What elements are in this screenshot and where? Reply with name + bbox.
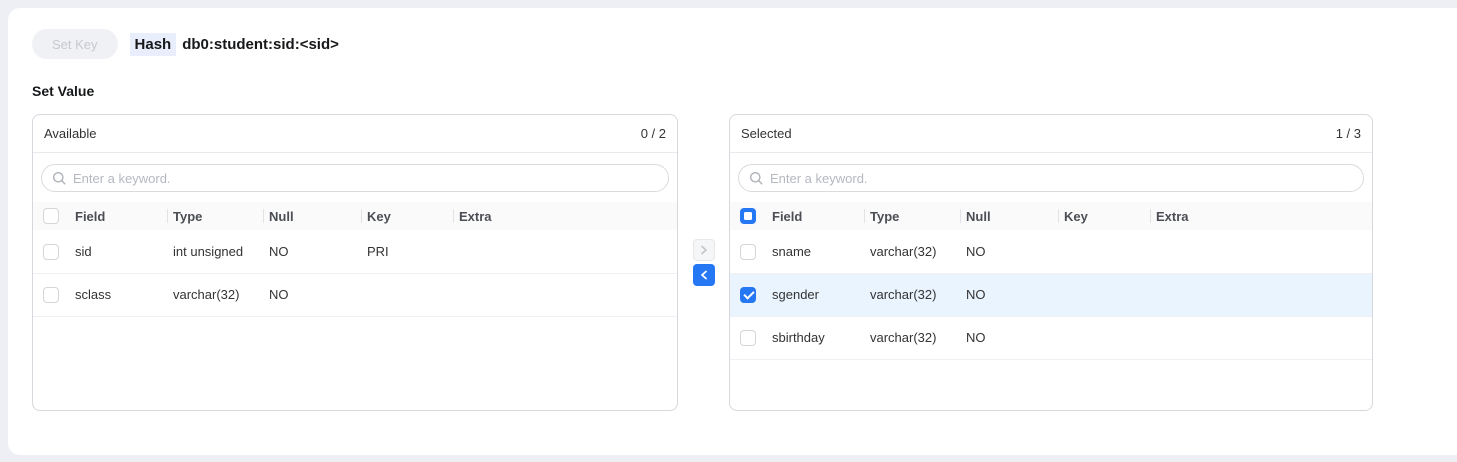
table-row[interactable]: sidint unsignedNOPRI xyxy=(33,230,677,273)
column-header-field: Field xyxy=(75,202,173,230)
selected-search-input[interactable] xyxy=(739,165,1363,191)
key-pattern: db0:student:sid:<sid> xyxy=(182,36,339,53)
cell-key xyxy=(1064,316,1156,359)
available-search-input[interactable] xyxy=(42,165,668,191)
selected-count: 1 / 3 xyxy=(1336,126,1361,141)
cell-type: varchar(32) xyxy=(173,273,269,316)
available-search xyxy=(33,153,677,202)
search-icon xyxy=(52,171,67,186)
table-row[interactable]: snamevarchar(32)NO xyxy=(730,230,1372,273)
row-checkbox[interactable] xyxy=(43,287,59,303)
cell-null: NO xyxy=(966,230,1064,273)
cell-extra xyxy=(1156,316,1372,359)
cell-field: sname xyxy=(772,230,870,273)
key-topbar: Set Key Hash db0:student:sid:<sid> xyxy=(32,29,1444,59)
cell-field: sgender xyxy=(772,273,870,316)
set-value-card: Set Key Hash db0:student:sid:<sid> Set V… xyxy=(8,8,1457,455)
cell-key xyxy=(367,273,459,316)
available-title: Available xyxy=(44,126,97,141)
transfer-controls xyxy=(678,114,729,411)
column-header-key: Key xyxy=(367,202,459,230)
available-select-all-checkbox[interactable] xyxy=(43,208,59,224)
column-header-key: Key xyxy=(1064,202,1156,230)
cell-extra xyxy=(1156,230,1372,273)
search-icon xyxy=(749,171,764,186)
chevron-left-icon xyxy=(699,270,709,280)
selected-title: Selected xyxy=(741,126,792,141)
cell-extra xyxy=(459,230,677,273)
column-header-extra: Extra xyxy=(1156,202,1372,230)
set-value-title: Set Value xyxy=(32,83,1444,99)
selected-table-header-row: Field Type Null Key Extra xyxy=(730,202,1372,230)
cell-key: PRI xyxy=(367,230,459,273)
move-to-available-button[interactable] xyxy=(693,264,715,286)
available-table: Field Type Null Key Extra sidint unsigne… xyxy=(33,202,677,317)
cell-type: int unsigned xyxy=(173,230,269,273)
cell-field: sid xyxy=(75,230,173,273)
cell-null: NO xyxy=(269,273,367,316)
cell-null: NO xyxy=(269,230,367,273)
row-checkbox[interactable] xyxy=(740,244,756,260)
cell-type: varchar(32) xyxy=(870,273,966,316)
move-to-selected-button[interactable] xyxy=(693,239,715,261)
cell-extra xyxy=(1156,273,1372,316)
selected-table: Field Type Null Key Extra snamevarchar(3… xyxy=(730,202,1372,360)
column-header-null: Null xyxy=(966,202,1064,230)
selected-panel: Selected 1 / 3 Field xyxy=(729,114,1373,411)
selected-select-all-checkbox[interactable] xyxy=(740,208,756,224)
available-panel: Available 0 / 2 Field xyxy=(32,114,678,411)
column-header-field: Field xyxy=(772,202,870,230)
cell-null: NO xyxy=(966,316,1064,359)
cell-key xyxy=(1064,230,1156,273)
available-count: 0 / 2 xyxy=(641,126,666,141)
cell-type: varchar(32) xyxy=(870,230,966,273)
column-header-type: Type xyxy=(870,202,966,230)
cell-field: sbirthday xyxy=(772,316,870,359)
column-header-null: Null xyxy=(269,202,367,230)
transfer-panels: Available 0 / 2 Field xyxy=(32,114,1444,411)
key-line: Hash db0:student:sid:<sid> xyxy=(130,33,339,56)
selected-panel-header: Selected 1 / 3 xyxy=(730,115,1372,153)
column-header-extra: Extra xyxy=(459,202,677,230)
row-checkbox[interactable] xyxy=(740,287,756,303)
cell-field: sclass xyxy=(75,273,173,316)
row-checkbox[interactable] xyxy=(740,330,756,346)
column-header-type: Type xyxy=(173,202,269,230)
cell-type: varchar(32) xyxy=(870,316,966,359)
cell-null: NO xyxy=(966,273,1064,316)
table-row[interactable]: sclassvarchar(32)NO xyxy=(33,273,677,316)
selected-search xyxy=(730,153,1372,202)
key-type-badge: Hash xyxy=(130,33,177,56)
table-row[interactable]: sbirthdayvarchar(32)NO xyxy=(730,316,1372,359)
cell-extra xyxy=(459,273,677,316)
table-row[interactable]: sgendervarchar(32)NO xyxy=(730,273,1372,316)
row-checkbox[interactable] xyxy=(43,244,59,260)
available-panel-header: Available 0 / 2 xyxy=(33,115,677,153)
available-table-header-row: Field Type Null Key Extra xyxy=(33,202,677,230)
cell-key xyxy=(1064,273,1156,316)
set-key-button[interactable]: Set Key xyxy=(32,29,118,59)
chevron-right-icon xyxy=(699,245,709,255)
